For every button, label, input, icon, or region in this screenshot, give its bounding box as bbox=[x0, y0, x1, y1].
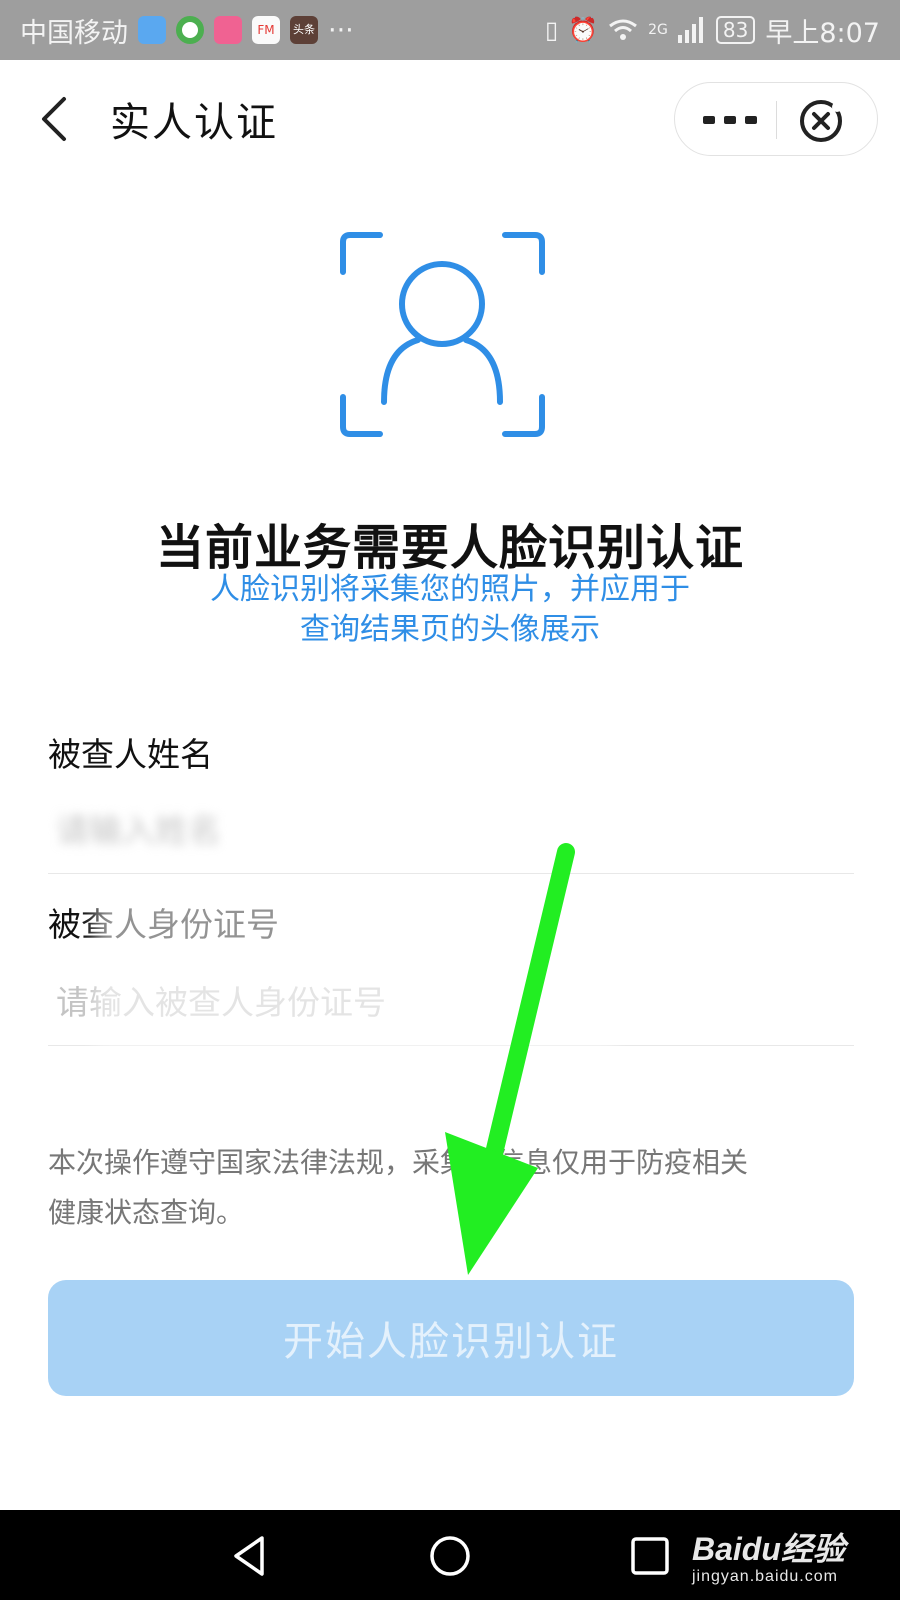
face-auth-title: 当前业务需要人脸识别认证 bbox=[155, 520, 744, 576]
status-left: 中国移动 FM 头条 ··· bbox=[20, 11, 354, 50]
name-label: 被查人姓名 bbox=[48, 735, 213, 774]
watermark-url: jingyan.baidu.com bbox=[692, 1568, 838, 1585]
mini-program-capsule bbox=[674, 82, 878, 156]
page-title: 实人认证 bbox=[110, 100, 278, 146]
watermark-brand: Baidu经验 bbox=[692, 1531, 845, 1567]
system-nav-bar: Baidu经验 jingyan.baidu.com bbox=[0, 1510, 900, 1600]
face-auth-subtitle: 人脸识别将采集您的照片，并应用于 查询结果页的头像展示 bbox=[150, 570, 750, 650]
start-face-recognition-button[interactable]: 开始人脸识别认证 bbox=[48, 1280, 854, 1396]
nav-back-icon[interactable] bbox=[228, 1534, 272, 1578]
legal-notice: 本次操作遵守国家法律法规，采集的信息仅用于防疫相关 健康状态查询。 bbox=[48, 1138, 848, 1238]
alarm-icon: ⏰ bbox=[568, 16, 599, 44]
legal-notice-line-1: 本次操作遵守国家法律法规，采集的信息仅用于防疫相关 bbox=[48, 1146, 749, 1179]
nav-recent-apps-icon[interactable] bbox=[630, 1536, 670, 1576]
legal-notice-line-2: 健康状态查询。 bbox=[48, 1196, 245, 1229]
name-input[interactable] bbox=[48, 800, 854, 860]
face-recognition-icon bbox=[340, 232, 545, 437]
wifi-icon bbox=[609, 19, 638, 40]
back-button[interactable] bbox=[34, 96, 74, 142]
capsule-divider bbox=[776, 101, 777, 139]
signal-icon bbox=[677, 17, 703, 43]
network-type: 2G bbox=[648, 22, 668, 38]
status-right: ▯ ⏰ 2G 83 早上8:07 bbox=[545, 11, 880, 50]
clock: 早上8:07 bbox=[765, 17, 880, 49]
name-field-divider bbox=[48, 873, 854, 874]
nav-home-icon[interactable] bbox=[428, 1534, 472, 1578]
subtitle-line-2: 查询结果页的头像展示 bbox=[300, 612, 600, 647]
more-notifications: ··· bbox=[328, 14, 354, 46]
privacy-blur-overlay bbox=[95, 890, 615, 1050]
carrier-name: 中国移动 bbox=[20, 17, 128, 49]
notification-chat-icon bbox=[214, 16, 242, 44]
close-mini-program-button[interactable] bbox=[795, 95, 847, 147]
vibrate-icon: ▯ bbox=[545, 16, 559, 44]
news-icon: 头条 bbox=[290, 16, 318, 44]
notification-app-icon bbox=[138, 16, 166, 44]
subtitle-line-1: 人脸识别将采集您的照片，并应用于 bbox=[210, 572, 690, 607]
fm-icon: FM bbox=[252, 16, 280, 44]
battery-level: 83 bbox=[715, 16, 756, 44]
page-header: 实人认证 bbox=[0, 60, 900, 178]
status-bar: 中国移动 FM 头条 ··· ▯ ⏰ 2G 83 早上8:07 bbox=[0, 0, 900, 60]
notification-browser-icon bbox=[176, 16, 204, 44]
baidu-jingyan-watermark: Baidu经验 jingyan.baidu.com bbox=[692, 1520, 892, 1596]
more-options-button[interactable] bbox=[695, 98, 765, 142]
